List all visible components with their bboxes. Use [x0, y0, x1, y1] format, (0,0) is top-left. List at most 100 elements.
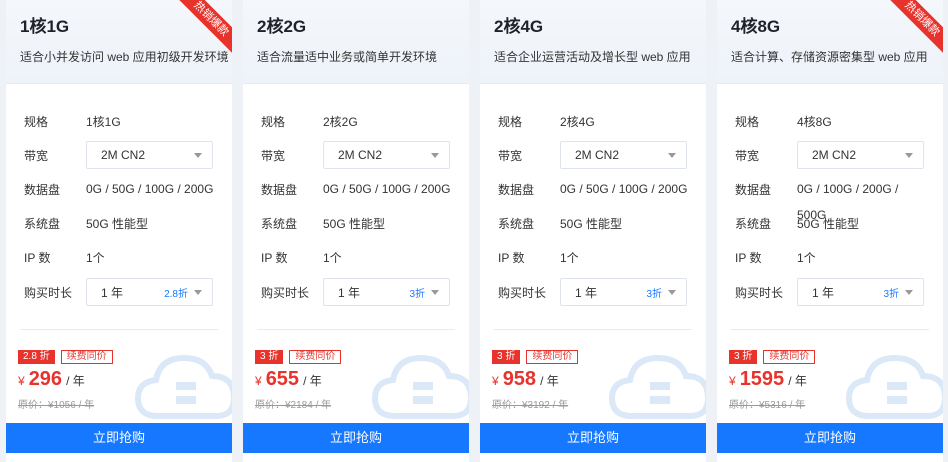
original-price: 原价：¥3192 / 年 — [492, 400, 569, 411]
data-disk-value: 0G / 50G / 100G / 200G — [86, 182, 214, 196]
ip-count-value: 1个 — [86, 250, 105, 265]
plan-description: 适合流量适中业务或简单开发环境 — [257, 50, 438, 64]
renew-same-price-badge: 续费同价 — [60, 350, 113, 364]
divider — [20, 329, 218, 330]
card-header: 4核8G 适合计算、存储资源密集型 web 应用 热销爆款 — [717, 0, 943, 84]
price-value: 1595 — [739, 368, 785, 390]
chevron-down-icon — [194, 290, 202, 295]
plan-card-2c2g: 2核2G 适合流量适中业务或简单开发环境 规格 2核2G 带宽 2M CN2 数据… — [243, 0, 469, 462]
system-disk-value: 50G 性能型 — [797, 216, 860, 231]
buy-now-button[interactable]: 立即抢购 — [243, 423, 469, 453]
duration-select[interactable]: 1 年 2.8折 — [86, 278, 213, 306]
data-disk-label: 数据盘 — [735, 182, 772, 197]
original-price: 原价：¥2184 / 年 — [255, 400, 332, 411]
chevron-down-icon — [431, 153, 439, 158]
currency-symbol: ¥ — [255, 374, 262, 388]
currency-symbol: ¥ — [729, 374, 736, 388]
divider — [257, 329, 455, 330]
bandwidth-value: 2M CN2 — [575, 148, 620, 162]
ip-count-label: IP 数 — [498, 250, 525, 265]
system-disk-value: 50G 性能型 — [323, 216, 386, 231]
duration-discount: 3折 — [883, 288, 899, 300]
price: ¥ 1595 / 年 — [729, 368, 807, 391]
duration-value: 1 年 — [575, 285, 598, 300]
spec-value: 4核8G — [797, 114, 832, 129]
bandwidth-select[interactable]: 2M CN2 — [560, 141, 687, 169]
buy-now-button[interactable]: 立即抢购 — [717, 423, 943, 453]
system-disk-label: 系统盘 — [261, 216, 298, 231]
price: ¥ 958 / 年 — [492, 368, 559, 391]
buy-now-button[interactable]: 立即抢购 — [6, 423, 232, 453]
spec-label: 规格 — [498, 114, 523, 129]
bandwidth-label: 带宽 — [261, 148, 286, 163]
original-price: 原价：¥1056 / 年 — [18, 400, 95, 411]
duration-discount: 2.8折 — [164, 288, 188, 300]
buy-now-button[interactable]: 立即抢购 — [480, 423, 706, 453]
duration-select[interactable]: 1 年 3折 — [797, 278, 924, 306]
cloud-icon — [608, 354, 706, 419]
chevron-down-icon — [905, 153, 913, 158]
plan-title: 1核1G — [20, 17, 70, 36]
divider — [731, 329, 929, 330]
spec-value: 1核1G — [86, 114, 121, 129]
bandwidth-select[interactable]: 2M CN2 — [323, 141, 450, 169]
price: ¥ 296 / 年 — [18, 368, 85, 391]
cloud-icon — [845, 354, 943, 419]
currency-symbol: ¥ — [492, 374, 499, 388]
duration-value: 1 年 — [101, 285, 124, 300]
price-value: 296 — [28, 368, 63, 390]
chevron-down-icon — [431, 290, 439, 295]
ip-count-label: IP 数 — [261, 250, 288, 265]
price: ¥ 655 / 年 — [255, 368, 322, 391]
spec-value: 2核2G — [323, 114, 358, 129]
chevron-down-icon — [668, 153, 676, 158]
plan-title: 4核8G — [731, 17, 781, 36]
bandwidth-value: 2M CN2 — [338, 148, 383, 162]
card-header: 2核2G 适合流量适中业务或简单开发环境 — [243, 0, 469, 84]
plan-description: 适合小并发访问 web 应用初级开发环境 — [20, 50, 229, 64]
chevron-down-icon — [668, 290, 676, 295]
duration-label: 购买时长 — [735, 285, 784, 300]
cloud-icon — [134, 354, 232, 419]
plan-card-2c4g: 2核4G 适合企业运营活动及增长型 web 应用 规格 2核4G 带宽 2M CN… — [480, 0, 706, 462]
system-disk-label: 系统盘 — [24, 216, 61, 231]
ip-count-label: IP 数 — [24, 250, 51, 265]
duration-discount: 3折 — [646, 288, 662, 300]
ip-count-label: IP 数 — [735, 250, 762, 265]
chevron-down-icon — [905, 290, 913, 295]
plan-description: 适合计算、存储资源密集型 web 应用 — [731, 50, 928, 64]
ip-count-value: 1个 — [560, 250, 579, 265]
bandwidth-label: 带宽 — [735, 148, 760, 163]
renew-same-price-badge: 续费同价 — [526, 350, 579, 364]
card-header: 2核4G 适合企业运营活动及增长型 web 应用 — [480, 0, 706, 84]
plan-title: 2核2G — [257, 17, 307, 36]
ip-count-value: 1个 — [323, 250, 342, 265]
duration-select[interactable]: 1 年 3折 — [323, 278, 450, 306]
discount-badge: 3 折 — [255, 350, 284, 364]
system-disk-label: 系统盘 — [498, 216, 535, 231]
data-disk-label: 数据盘 — [261, 182, 298, 197]
bandwidth-select[interactable]: 2M CN2 — [797, 141, 924, 169]
price-unit: / 年 — [66, 374, 85, 388]
bandwidth-select[interactable]: 2M CN2 — [86, 141, 213, 169]
spec-label: 规格 — [735, 114, 760, 129]
system-disk-value: 50G 性能型 — [560, 216, 623, 231]
currency-symbol: ¥ — [18, 374, 25, 388]
data-disk-value: 0G / 50G / 100G / 200G — [323, 182, 451, 196]
duration-label: 购买时长 — [498, 285, 547, 300]
duration-discount: 3折 — [409, 288, 425, 300]
data-disk-value: 0G / 50G / 100G / 200G — [560, 182, 688, 196]
bandwidth-label: 带宽 — [24, 148, 49, 163]
duration-value: 1 年 — [338, 285, 361, 300]
plan-description: 适合企业运营活动及增长型 web 应用 — [494, 50, 691, 64]
duration-select[interactable]: 1 年 3折 — [560, 278, 687, 306]
system-disk-value: 50G 性能型 — [86, 216, 149, 231]
plan-title: 2核4G — [494, 17, 544, 36]
bandwidth-value: 2M CN2 — [101, 148, 146, 162]
bandwidth-label: 带宽 — [498, 148, 523, 163]
renew-same-price-badge: 续费同价 — [289, 350, 342, 364]
data-disk-label: 数据盘 — [24, 182, 61, 197]
price-unit: / 年 — [303, 374, 322, 388]
chevron-down-icon — [194, 153, 202, 158]
spec-value: 2核4G — [560, 114, 595, 129]
